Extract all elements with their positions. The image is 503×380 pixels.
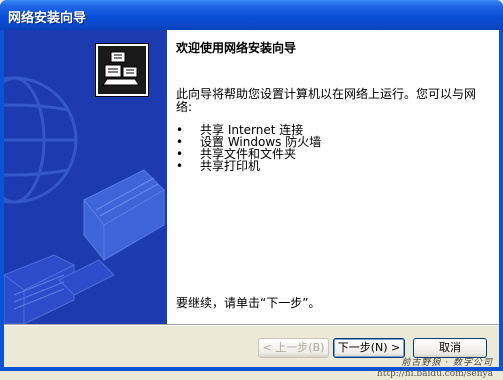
list-item-label: 共享打印机 xyxy=(200,159,261,173)
network-computers-icon xyxy=(95,43,149,97)
wizard-content-panel: 欢迎使用网络安装向导 此向导将帮助您设置计算机以在网络上运行。您可以与网络: •… xyxy=(167,30,499,324)
title-bar[interactable]: 网络安装向导 xyxy=(0,0,503,30)
watermark-signature: 前古野狼 · 数字公司 xyxy=(401,358,493,368)
watermark: 前古野狼 · 数字公司 http://hi.baidu.com/senya xyxy=(377,358,493,380)
back-button[interactable]: < 上一步(B) xyxy=(258,338,329,358)
button-separator xyxy=(4,324,499,326)
bullet: • xyxy=(176,159,184,173)
continue-instruction: 要继续，请单击“下一步”。 xyxy=(176,296,321,310)
next-button[interactable]: 下一步(N) > xyxy=(333,338,405,358)
wizard-heading: 欢迎使用网络安装向导 xyxy=(176,41,297,55)
cancel-button[interactable]: 取消 xyxy=(413,338,487,358)
feature-list: • 共享 Internet 连接 • 设置 Windows 防火墙 • 共享文件和文件… xyxy=(176,124,321,172)
wizard-description: 此向导将帮助您设置计算机以在网络上运行。您可以与网络: xyxy=(176,87,477,114)
window-title: 网络安装向导 xyxy=(8,11,87,26)
dialog-window: 网络安装向导 欢迎使用网络安装向导 此向导将帮助您设置计算机以在网络上运行。您可… xyxy=(0,0,503,379)
list-item: • 共享打印机 xyxy=(176,160,321,172)
dialog-client-area: 欢迎使用网络安装向导 此向导将帮助您设置计算机以在网络上运行。您可以与网络: •… xyxy=(4,30,499,379)
